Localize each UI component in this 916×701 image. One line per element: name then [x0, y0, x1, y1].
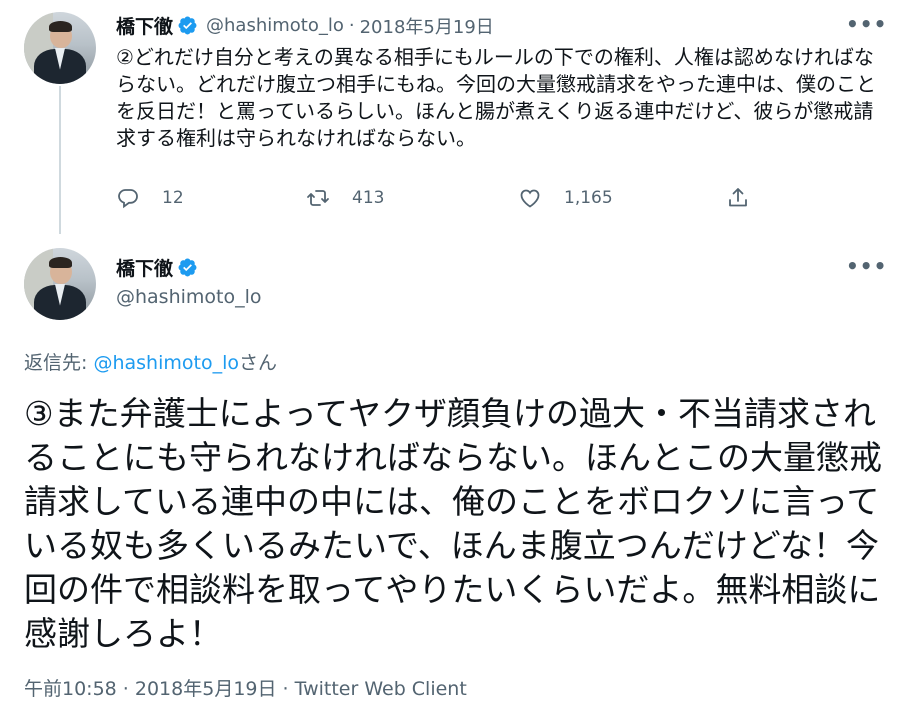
retweet-count: 413 [352, 188, 385, 208]
heart-icon [520, 189, 540, 208]
avatar[interactable] [24, 248, 96, 320]
reply-button[interactable]: 12 [116, 186, 306, 210]
verified-badge-icon [178, 16, 197, 35]
share-button[interactable] [726, 186, 750, 210]
reply-count: 12 [162, 188, 184, 208]
tweet-text: ②どれだけ自分と考えの異なる相手にもルールの下での権利、人権は認めなければならな… [116, 45, 876, 150]
retweet-button[interactable]: 413 [306, 186, 518, 210]
tweet2-header: 橋下徹 [116, 254, 198, 281]
share-icon [729, 188, 747, 207]
reply-to-label: 返信先: [24, 352, 94, 374]
tweet-timestamp[interactable]: 午前10:58 · 2018年5月19日 · Twitter Web Clien… [24, 674, 467, 701]
more-icon[interactable]: ••• [846, 254, 887, 278]
avatar[interactable] [24, 12, 96, 84]
tweet-text: ③また弁護士によってヤクザ顔負けの過大・不当請求されることにも守られなければなら… [24, 394, 882, 653]
retweet-icon [307, 190, 329, 206]
author-handle[interactable]: @hashimoto_lo [116, 286, 262, 308]
reply-to-handle-link[interactable]: @hashimoto_lo [93, 352, 239, 374]
tweet-date[interactable]: 2018年5月19日 [360, 13, 494, 39]
separator: · [348, 15, 355, 36]
more-icon[interactable]: ••• [846, 12, 887, 36]
like-count: 1,165 [564, 188, 613, 208]
reply-to-suffix: さん [238, 352, 277, 374]
tweet-actions: 12 413 1,165 [116, 186, 750, 210]
author-handle[interactable]: @hashimoto_lo [206, 15, 344, 36]
thread-line [59, 86, 61, 234]
like-button[interactable]: 1,165 [518, 186, 726, 210]
author-name[interactable]: 橋下徹 [116, 12, 173, 39]
tweet1-header: 橋下徹 @hashimoto_lo · 2018年5月19日 [116, 12, 494, 39]
author-name[interactable]: 橋下徹 [116, 254, 173, 281]
reply-icon [118, 189, 138, 209]
reply-to-line: 返信先: @hashimoto_loさん [24, 348, 277, 375]
verified-badge-icon [178, 258, 197, 277]
